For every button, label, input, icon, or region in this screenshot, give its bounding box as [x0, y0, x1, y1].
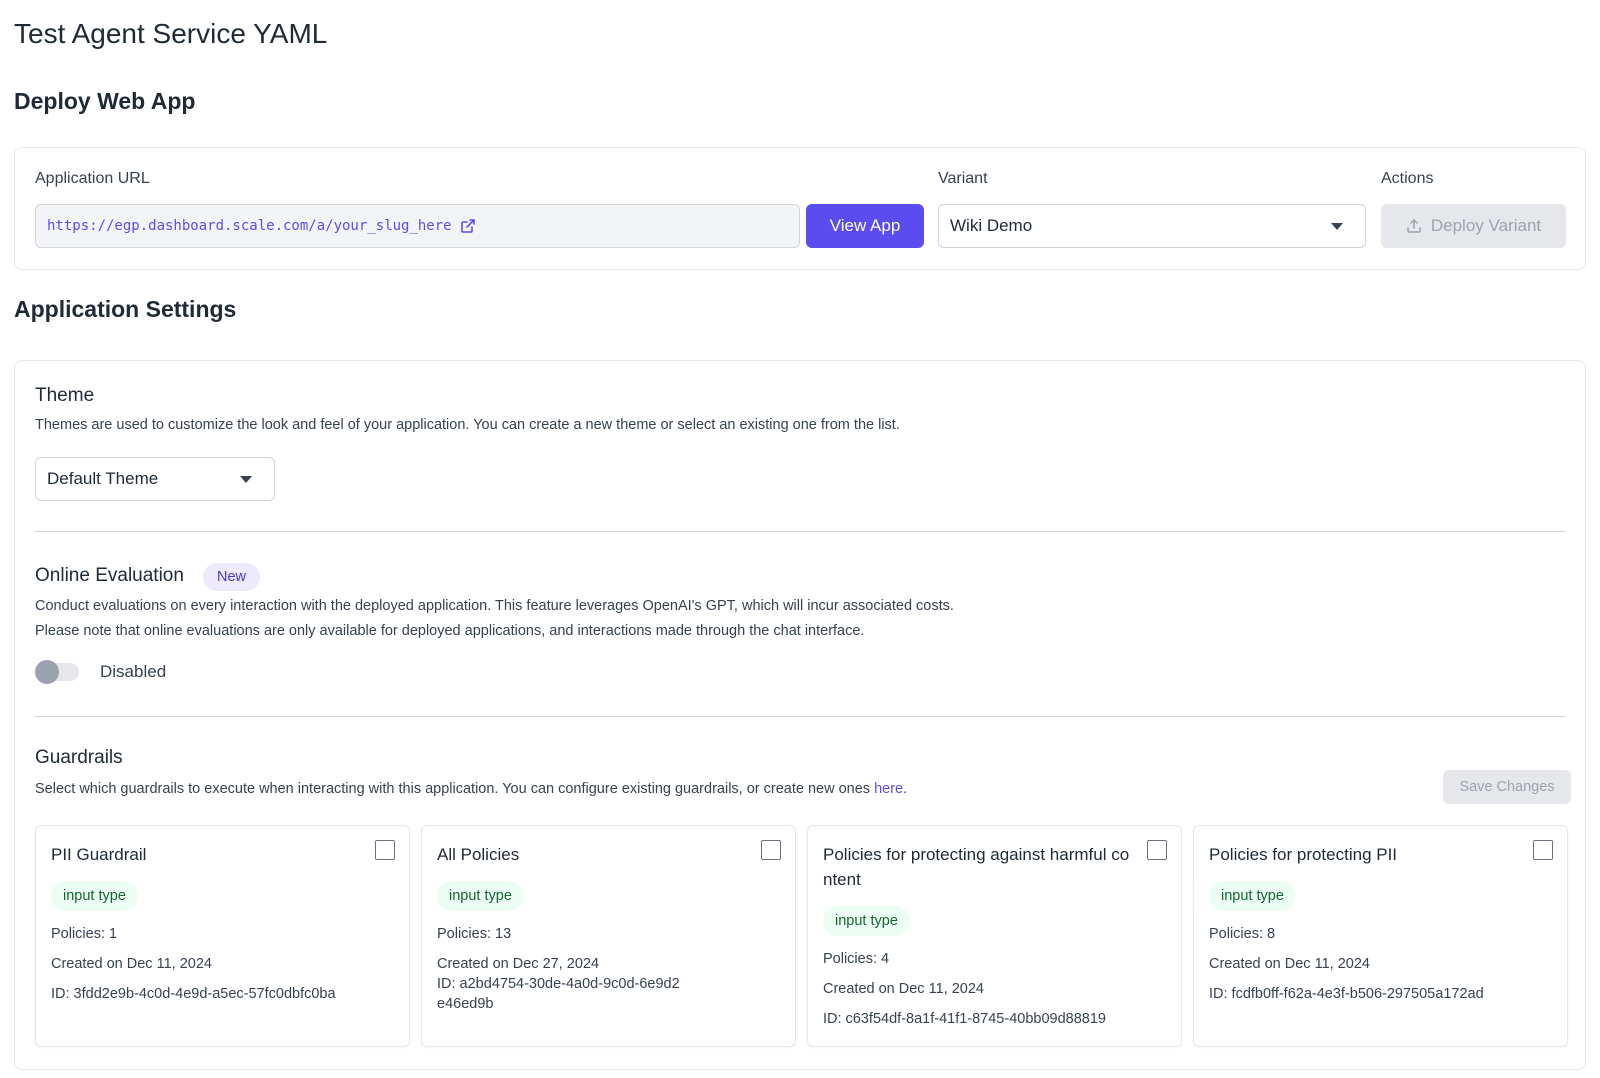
url-label: Application URL	[35, 170, 150, 187]
variant-select[interactable]: Wiki Demo	[938, 204, 1366, 248]
theme-title: Theme	[35, 385, 95, 406]
toggle-label: Disabled	[100, 662, 167, 681]
guardrail-card[interactable]: PII Guardrail input type Policies: 1 Cre…	[35, 825, 410, 1047]
toggle-knob	[35, 660, 59, 684]
actions-label: Actions	[1381, 170, 1434, 187]
variant-value: Wiki Demo	[950, 216, 1033, 235]
guardrail-checkbox[interactable]	[1147, 840, 1167, 860]
guardrail-policies: Policies: 8	[1209, 926, 1276, 942]
online-eval-title: Online Evaluation	[35, 565, 184, 586]
guardrail-created: Created on Dec 11, 2024	[51, 956, 212, 972]
guardrail-created: Created on Dec 27, 2024	[437, 956, 600, 972]
guardrail-policies: Policies: 4	[823, 951, 890, 967]
guardrail-id: ID: c63f54df-8a1f-41f1-8745-40bb09d88819	[823, 1011, 1106, 1027]
new-badge: New	[203, 563, 261, 591]
guardrail-card[interactable]: Policies for protecting PII input type P…	[1193, 825, 1568, 1047]
guardrail-id: ID: fcdfb0ff-f62a-4e3f-b506-297505a172ad	[1209, 986, 1484, 1002]
save-changes-button[interactable]: Save Changes	[1443, 770, 1571, 804]
guardrail-card[interactable]: All Policies input type Policies: 13 Cre…	[421, 825, 796, 1047]
settings-section-title: Application Settings	[14, 296, 237, 322]
guardrail-id: ID: 3fdd2e9b-4c0d-4e9d-a5ec-57fc0dbfc0ba	[51, 986, 336, 1002]
guardrail-created: Created on Dec 11, 2024	[1209, 956, 1370, 972]
deploy-variant-button[interactable]: Deploy Variant	[1381, 204, 1566, 248]
type-badge: input type	[823, 906, 910, 936]
online-eval-toggle[interactable]	[35, 660, 79, 684]
type-badge: input type	[51, 881, 138, 911]
guardrail-policies: Policies: 1	[51, 926, 118, 942]
theme-value: Default Theme	[47, 469, 159, 488]
guardrail-id: ID: a2bd4754-30de-4a0d-9c0d-6e9d2e46ed9b	[437, 976, 680, 1012]
online-eval-description-1: Conduct evaluations on every interaction…	[35, 598, 954, 614]
divider	[35, 716, 1565, 717]
guardrail-checkbox[interactable]	[1533, 840, 1553, 860]
guardrail-policies: Policies: 13	[437, 926, 512, 942]
divider	[35, 531, 1565, 532]
upload-icon	[1407, 219, 1421, 233]
view-app-button[interactable]: View App	[806, 204, 924, 248]
type-badge: input type	[1209, 881, 1296, 911]
variant-label: Variant	[938, 170, 988, 187]
guardrail-name: PII Guardrail	[51, 845, 147, 864]
create-guardrails-link[interactable]: here	[874, 781, 903, 797]
settings-card: Theme Themes are used to customize the l…	[14, 360, 1586, 1070]
deploy-variant-label: Deploy Variant	[1430, 216, 1542, 235]
guardrail-name: Policies for protecting PII	[1209, 845, 1398, 864]
url-field[interactable]: https://egp.dashboard.scale.com/a/your_s…	[35, 204, 800, 248]
guardrails-description: Select which guardrails to execute when …	[35, 781, 908, 797]
chevron-down-icon	[240, 476, 252, 483]
deploy-card: Application URL https://egp.dashboard.sc…	[14, 147, 1586, 270]
theme-description: Themes are used to customize the look an…	[35, 417, 900, 433]
online-eval-description-2: Please note that online evaluations are …	[35, 623, 865, 639]
theme-select[interactable]: Default Theme	[35, 457, 275, 501]
guardrail-name: Policies for protecting against harmful …	[823, 845, 1130, 889]
guardrail-created: Created on Dec 11, 2024	[823, 981, 984, 997]
guardrails-title: Guardrails	[35, 747, 123, 768]
external-link-icon[interactable]	[460, 218, 476, 234]
url-link[interactable]: https://egp.dashboard.scale.com/a/your_s…	[47, 218, 452, 234]
guardrail-name: All Policies	[437, 845, 520, 864]
chevron-down-icon	[1331, 223, 1343, 230]
deploy-section-title: Deploy Web App	[14, 88, 196, 114]
guardrail-checkbox[interactable]	[761, 840, 781, 860]
guardrail-checkbox[interactable]	[375, 840, 395, 860]
type-badge: input type	[437, 881, 524, 911]
guardrail-card[interactable]: Policies for protecting against harmful …	[807, 825, 1182, 1047]
page-title: Test Agent Service YAML	[14, 18, 328, 49]
